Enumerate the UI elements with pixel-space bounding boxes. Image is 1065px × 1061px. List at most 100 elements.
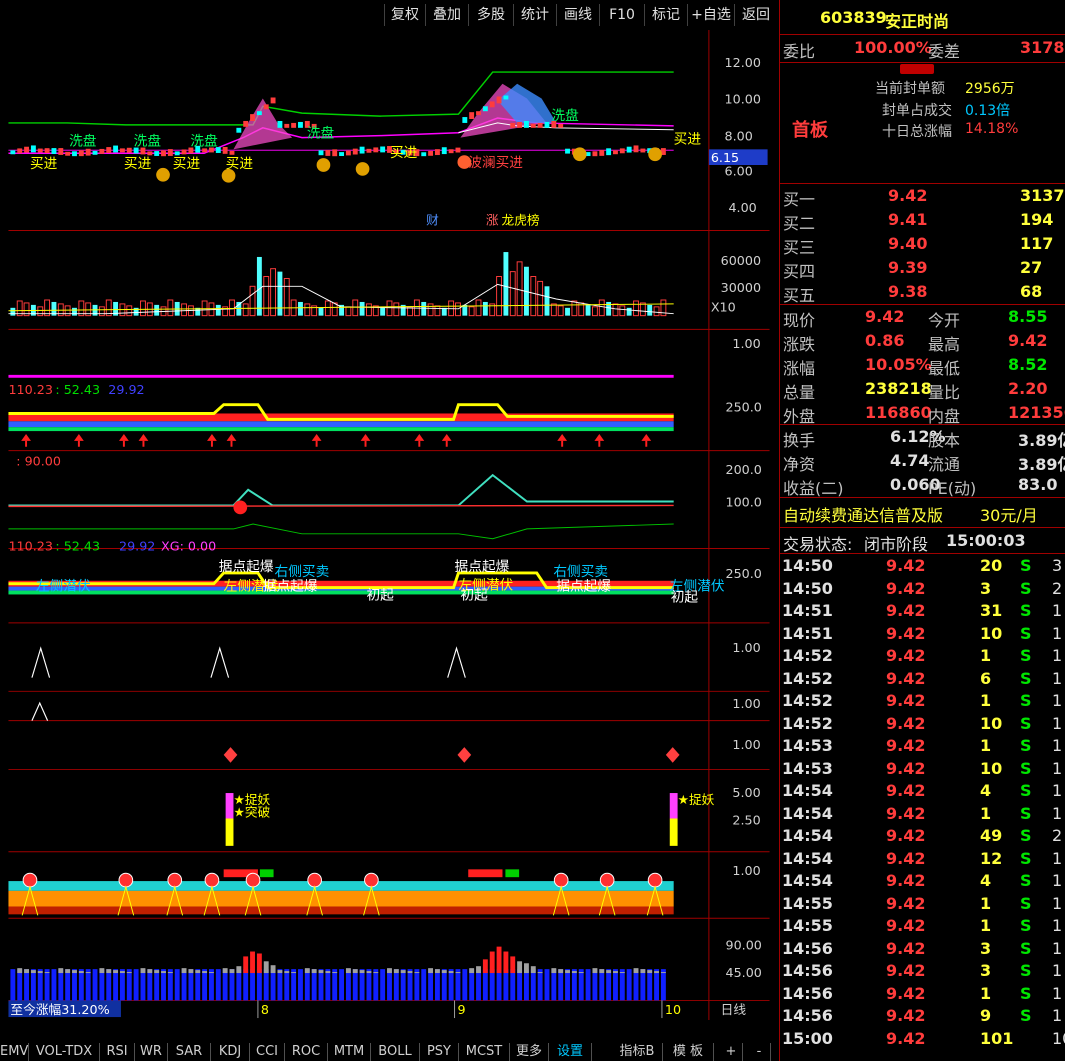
tab-mtm[interactable]: MTM (328, 1043, 371, 1061)
tab-rsi[interactable]: RSI (100, 1043, 135, 1061)
period-daily-button[interactable]: 日线 (721, 1002, 747, 1017)
stack-bar (106, 969, 112, 1001)
candle (428, 150, 434, 156)
tick-volume: 31 (980, 601, 1003, 620)
stack-bar (229, 969, 235, 1001)
candle (332, 149, 338, 157)
price-axis-10: 10.00 (725, 91, 761, 106)
quote-value: 116860 (865, 403, 932, 422)
kline-chart-area[interactable]: 12.00 10.00 8.00 6.00 4.00 60000 30000 X… (0, 30, 778, 1020)
volume-bar (633, 300, 639, 317)
stack-bar (619, 969, 625, 1001)
quote-label: 总量 (783, 383, 816, 402)
tab-mcst[interactable]: MCST (459, 1043, 510, 1061)
candle (58, 148, 64, 155)
tick-volume: 1 (980, 736, 992, 755)
tick-count: 1 (1052, 713, 1063, 733)
diamond-icons (223, 747, 680, 763)
tab-more[interactable]: 更多 (510, 1043, 549, 1061)
tab-vol-tdx[interactable]: VOL-TDX (29, 1043, 100, 1061)
first-board-badge: 首板 (792, 120, 828, 141)
toolbar-tongji-button[interactable]: 统计 (513, 4, 556, 26)
tab-roc[interactable]: ROC (285, 1043, 328, 1061)
signal-jubi-1: 据点起爆 (219, 559, 274, 575)
toolbar-f10-button[interactable]: F10 (599, 4, 644, 26)
signal-extra: 波澜买进 (468, 155, 523, 171)
promo-price[interactable]: 30元/月 (980, 502, 1038, 526)
date-9: 9 (457, 1002, 465, 1017)
candle (448, 149, 454, 154)
tick-price: 9.42 (886, 736, 926, 755)
bid-price: 9.42 (888, 186, 928, 205)
volume-bar (249, 285, 256, 317)
tab-wr[interactable]: WR (135, 1043, 168, 1061)
stack-bar (126, 969, 132, 1001)
tab-boll[interactable]: BOLL (371, 1043, 420, 1061)
candle (78, 150, 84, 157)
toolbar-huaxian-button[interactable]: 画线 (556, 4, 599, 26)
tick-price: 9.42 (886, 691, 926, 710)
candle (298, 121, 303, 128)
stack-bar (524, 969, 529, 1001)
zoom-in-button[interactable]: + (720, 1043, 743, 1061)
tab-psy[interactable]: PSY (420, 1043, 459, 1061)
tick-time: 14:54 (782, 826, 833, 845)
ten-day-value: 14.18% (965, 121, 1019, 137)
tick-time: 14:52 (782, 646, 833, 665)
volume-bar (386, 300, 393, 317)
tick-volume: 9 (980, 1006, 992, 1025)
signal-chuqi-1: 初起 (367, 586, 395, 603)
promo-text[interactable]: 自动续费通达信普及版 (783, 502, 943, 526)
tick-time: 14:54 (782, 781, 833, 800)
toolbar-fanhui-button[interactable]: 返回 (734, 4, 777, 26)
volume-bar (509, 271, 516, 317)
stack-bar (202, 969, 208, 1001)
stack-bar (592, 969, 598, 1001)
candle (469, 112, 475, 120)
tab-sar[interactable]: SAR (168, 1043, 211, 1061)
stack-bar (284, 969, 290, 1001)
volume-bar (10, 307, 16, 316)
tick-side: S (1020, 758, 1032, 778)
signal-xipan-3: 洗盘 (190, 132, 218, 149)
volume-bar (455, 302, 461, 317)
volume-bar (277, 271, 283, 316)
stack-bar (298, 969, 303, 1001)
stack-bar (537, 969, 543, 1001)
tick-price: 9.42 (886, 848, 926, 868)
quote-value-2: 2.20 (1008, 379, 1048, 398)
tab-settings[interactable]: 设置 (549, 1043, 592, 1061)
stack-bar (78, 969, 84, 1001)
tick-volume: 1 (980, 646, 992, 665)
stack-bar (140, 969, 146, 1001)
tab-cci[interactable]: CCI (250, 1043, 285, 1061)
candle (250, 114, 255, 121)
candle (106, 147, 112, 153)
tick-side: S (1020, 646, 1032, 665)
toolbar-fuquan-button[interactable]: 复权 (384, 4, 425, 26)
zoom-out-button[interactable]: - (748, 1043, 771, 1061)
stack-bar (236, 969, 242, 1001)
toolbar-biaoji-button[interactable]: 标记 (644, 4, 687, 26)
tab-kdj[interactable]: KDJ (211, 1043, 250, 1061)
toolbar-zixuan-button[interactable]: +自选 (687, 4, 734, 26)
toolbar-diejia-button[interactable]: 叠加 (425, 4, 468, 26)
stack-bar (270, 969, 276, 1001)
candle (270, 97, 276, 104)
tab-indicator-b[interactable]: 指标B (612, 1043, 663, 1061)
tab-template[interactable]: 模 板 (663, 1043, 714, 1061)
toolbar-duogu-button[interactable]: 多股 (468, 4, 513, 26)
tick-time: 14:50 (782, 578, 833, 598)
tab-emv[interactable]: EMV (0, 1043, 29, 1061)
tick-volume: 3 (980, 938, 992, 958)
stack-bar (51, 969, 57, 1001)
volume-bar (98, 306, 105, 317)
band-panel-3 (8, 869, 674, 915)
tick-side: S (1020, 871, 1032, 890)
collapse-icon[interactable] (900, 64, 934, 74)
stack-bar (277, 969, 283, 1001)
quote-value-2: 8.55 (1008, 307, 1048, 326)
signal-youce-2: 右侧买卖 (553, 564, 608, 580)
signal-xipan-1: 洗盘 (69, 132, 97, 149)
candle (181, 149, 187, 155)
